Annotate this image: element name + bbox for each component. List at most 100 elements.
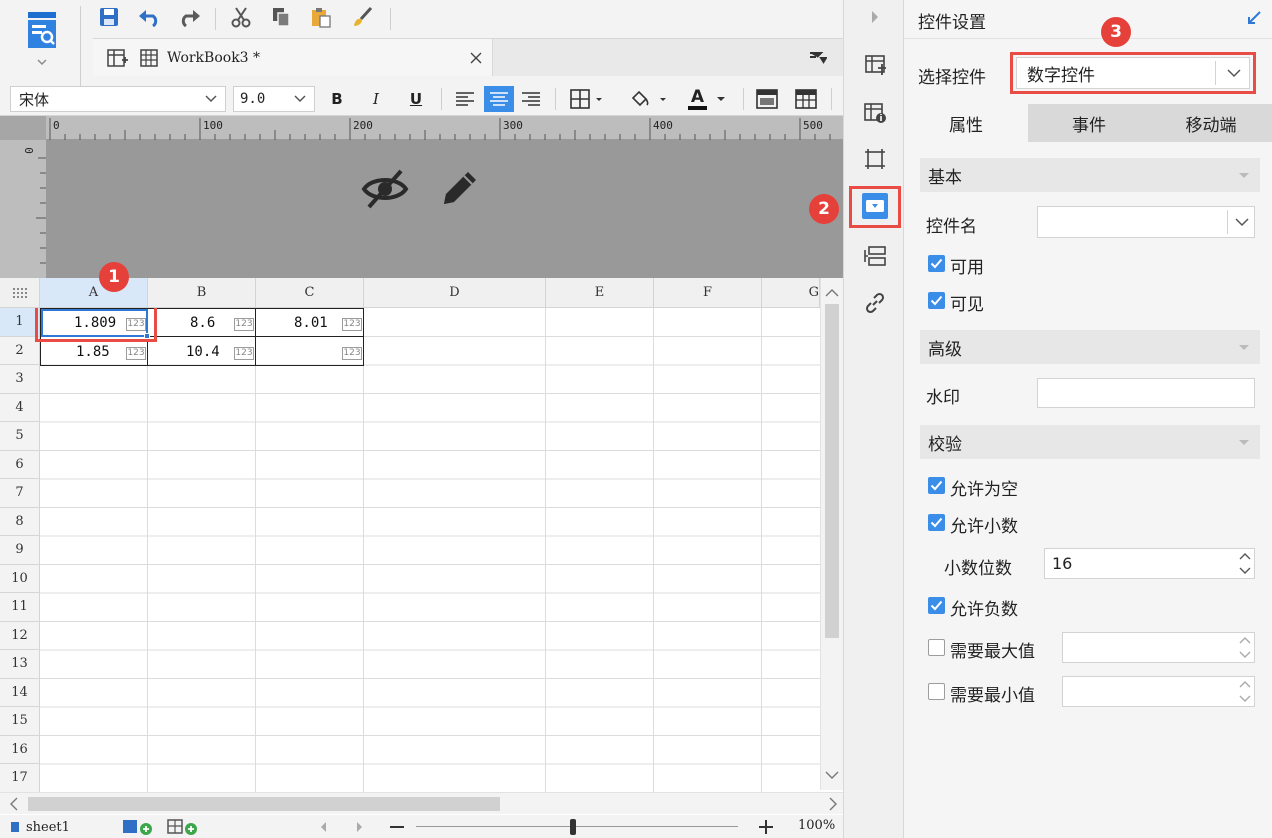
enabled-checkbox[interactable] — [928, 255, 945, 272]
stepper-up-icon[interactable] — [1239, 636, 1251, 644]
add-report-icon[interactable] — [167, 818, 199, 836]
cell-element-button[interactable] — [862, 52, 888, 78]
cell-b2[interactable]: 10.4 123 — [148, 337, 256, 366]
column-header-a[interactable]: A — [40, 278, 148, 308]
spreadsheet-grid[interactable]: A B C D E F G 1 2 3 4 5 6 7 8 9 10 11 12… — [0, 278, 843, 838]
sheet-tab-sheet1[interactable]: sheet1 — [10, 817, 96, 837]
grid-body[interactable]: 1 2 3 4 5 6 7 8 9 10 11 12 13 14 15 16 1… — [0, 308, 820, 792]
zoom-slider-thumb[interactable] — [570, 819, 576, 835]
scroll-right-icon[interactable] — [356, 821, 364, 833]
align-left-button[interactable] — [452, 86, 478, 112]
chevron-down-icon[interactable] — [825, 770, 839, 780]
stepper-down-icon[interactable] — [1239, 695, 1251, 703]
parameter-design-area[interactable]: 0 100 200 300 400 500 0 — [0, 116, 843, 278]
tab-workbook3[interactable]: WorkBook3 * — [93, 39, 493, 76]
cell-attribute-button[interactable] — [862, 100, 888, 126]
row-header[interactable]: 17 — [0, 764, 40, 792]
float-element-button[interactable] — [862, 146, 888, 172]
cut-button[interactable] — [228, 4, 254, 30]
row-header[interactable]: 6 — [0, 450, 40, 479]
row-header[interactable]: 3 — [0, 365, 40, 394]
watermark-input[interactable] — [1037, 378, 1255, 408]
scroll-left-icon[interactable] — [319, 821, 327, 833]
row-header[interactable]: 15 — [0, 707, 40, 736]
horizontal-scroll-thumb[interactable] — [28, 797, 500, 811]
zoom-slider-track[interactable] — [416, 826, 738, 827]
visible-checkbox[interactable] — [928, 292, 945, 309]
column-header-g[interactable]: G — [762, 278, 820, 308]
font-size-select[interactable]: 9.0 — [233, 86, 315, 112]
redo-button[interactable] — [176, 4, 202, 30]
section-basic[interactable]: 基本 — [920, 158, 1260, 192]
align-center-button[interactable] — [484, 86, 514, 112]
hyperlink-button[interactable] — [862, 290, 888, 316]
max-value-stepper[interactable] — [1062, 632, 1255, 663]
new-sheet-icon[interactable] — [107, 48, 129, 68]
collapse-panel-icon[interactable] — [1246, 10, 1262, 26]
undo-button[interactable] — [137, 4, 163, 30]
bold-button[interactable]: B — [325, 86, 349, 112]
paste-button[interactable] — [308, 4, 334, 30]
section-advanced[interactable]: 高级 — [920, 330, 1260, 364]
cell-c1[interactable]: 8.01 123 — [256, 308, 364, 337]
need-max-checkbox[interactable] — [928, 639, 945, 656]
allow-negative-checkbox[interactable] — [928, 597, 945, 614]
horizontal-scrollbar[interactable] — [0, 792, 843, 814]
row-header[interactable]: 9 — [0, 536, 40, 565]
stepper-up-icon[interactable] — [1239, 680, 1251, 688]
align-right-button[interactable] — [518, 86, 544, 112]
parameter-pane[interactable] — [46, 140, 843, 278]
font-color-button[interactable]: A — [683, 86, 731, 112]
underline-button[interactable]: U — [404, 86, 428, 112]
row-header[interactable]: 11 — [0, 593, 40, 622]
column-header-b[interactable]: B — [148, 278, 256, 308]
tab-properties[interactable]: 属性 — [904, 104, 1028, 142]
widget-name-input[interactable] — [1037, 206, 1255, 238]
allow-empty-checkbox[interactable] — [928, 477, 945, 494]
allow-decimal-checkbox[interactable] — [928, 514, 945, 531]
row-header[interactable]: 16 — [0, 735, 40, 764]
vertical-scroll-thumb[interactable] — [825, 304, 839, 638]
border-button[interactable] — [565, 86, 609, 112]
vertical-scrollbar[interactable] — [820, 278, 843, 790]
condition-attribute-button[interactable] — [862, 243, 888, 269]
split-cells-button[interactable] — [793, 86, 819, 112]
need-min-checkbox[interactable] — [928, 683, 945, 700]
column-header-c[interactable]: C — [256, 278, 364, 308]
decimal-places-stepper[interactable]: 16 — [1044, 548, 1255, 579]
stepper-up-icon[interactable] — [1239, 552, 1251, 560]
save-button[interactable] — [96, 4, 122, 30]
select-all-corner[interactable] — [0, 278, 40, 308]
merge-cells-button[interactable] — [754, 86, 780, 112]
chevron-left-icon[interactable] — [9, 797, 19, 811]
column-header-d[interactable]: D — [364, 278, 546, 308]
zoom-in-icon[interactable] — [759, 820, 773, 834]
chevron-right-icon[interactable] — [828, 797, 838, 811]
row-header[interactable]: 8 — [0, 507, 40, 536]
column-header-e[interactable]: E — [546, 278, 654, 308]
tab-menu-icon[interactable] — [809, 52, 827, 66]
zoom-out-icon[interactable] — [390, 825, 404, 829]
collapse-arrow-icon[interactable] — [870, 10, 880, 24]
row-header[interactable]: 12 — [0, 621, 40, 650]
copy-button[interactable] — [268, 4, 294, 30]
row-header[interactable]: 13 — [0, 650, 40, 679]
min-value-stepper[interactable] — [1062, 676, 1255, 707]
chevron-down-icon[interactable] — [1235, 218, 1249, 227]
pencil-icon[interactable] — [436, 166, 482, 212]
row-header[interactable]: 5 — [0, 422, 40, 451]
hidden-eye-icon[interactable] — [360, 166, 410, 212]
row-header[interactable]: 14 — [0, 678, 40, 707]
row-header[interactable]: 2 — [0, 336, 40, 365]
cell-b1[interactable]: 8.6 123 — [148, 308, 256, 337]
row-header[interactable]: 7 — [0, 479, 40, 508]
add-sheet-icon[interactable] — [122, 818, 154, 836]
chevron-up-icon[interactable] — [825, 288, 839, 298]
tab-events[interactable]: 事件 — [1028, 104, 1150, 142]
stepper-down-icon[interactable] — [1239, 651, 1251, 659]
stepper-down-icon[interactable] — [1239, 567, 1251, 575]
section-validation[interactable]: 校验 — [920, 425, 1260, 459]
fill-color-button[interactable] — [625, 86, 671, 112]
cell-c2[interactable]: 123 — [256, 337, 364, 366]
row-header[interactable]: 4 — [0, 393, 40, 422]
